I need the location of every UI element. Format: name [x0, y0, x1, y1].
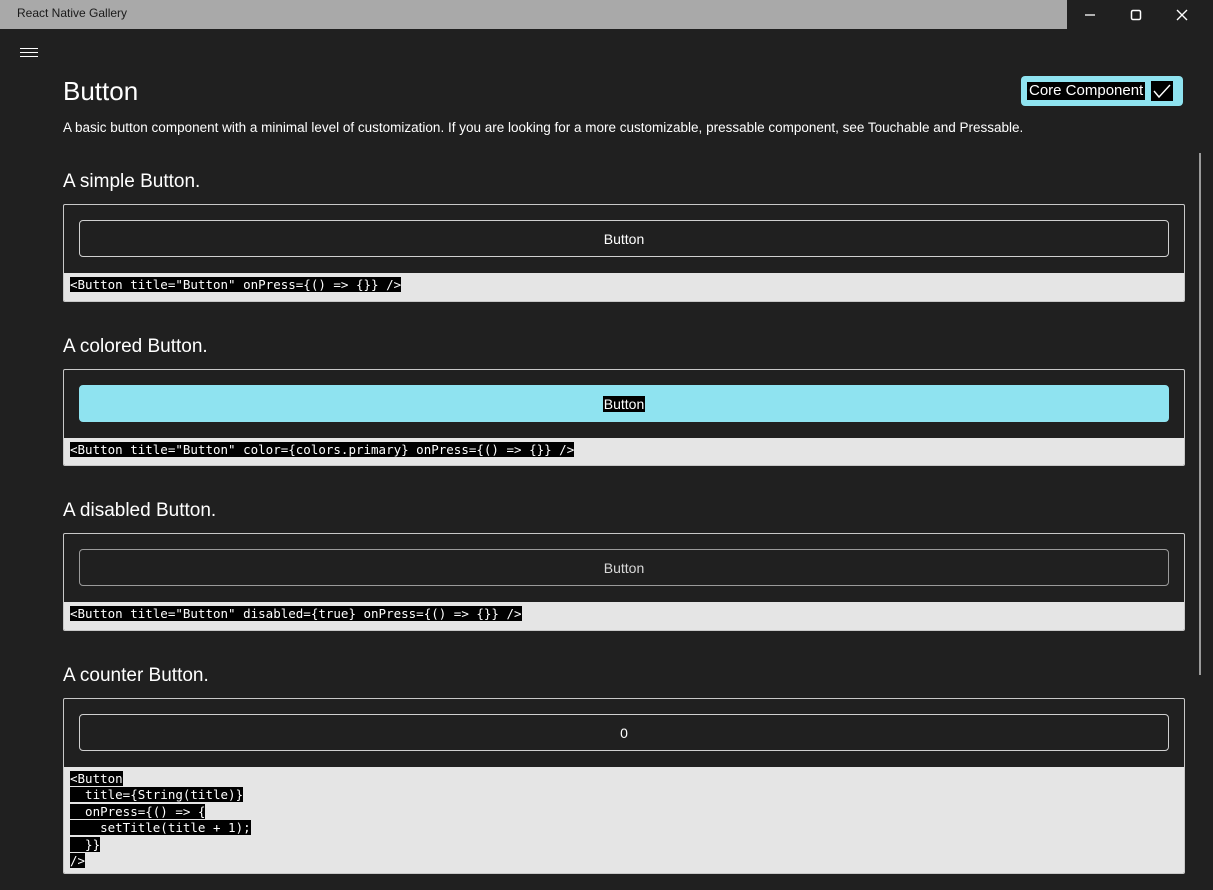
minimize-icon — [1085, 13, 1095, 16]
code-line: }} — [70, 836, 101, 852]
code-block: <Button title="Button" disabled={true} o… — [64, 602, 1184, 630]
section-title: A simple Button. — [63, 171, 201, 192]
core-component-label: Core Component — [1027, 82, 1146, 100]
vertical-scrollbar[interactable] — [1199, 153, 1201, 675]
window-title: React Native Gallery — [17, 6, 128, 20]
code-block: <Button title="Button" onPress={() => {}… — [64, 273, 1184, 301]
section-title: A counter Button. — [63, 665, 209, 686]
code-block: <Button title="Button" color={colors.pri… — [64, 438, 1184, 465]
code-line: <Button title="Button" disabled={true} o… — [70, 606, 522, 621]
close-button[interactable] — [1159, 0, 1205, 29]
code-line: setTitle(title + 1); — [70, 820, 251, 836]
hamburger-menu-icon[interactable] — [20, 45, 38, 59]
maximize-button[interactable] — [1113, 0, 1159, 29]
code-line: onPress={() => { — [70, 803, 206, 819]
title-bar: React Native Gallery — [0, 0, 1213, 29]
example-card: Button <Button title="Button" disabled={… — [63, 533, 1185, 631]
section-title: A colored Button. — [63, 336, 208, 357]
close-icon — [1176, 9, 1188, 20]
code-block: <Button title={String(title)} onPress={(… — [64, 767, 1184, 873]
example-card: Button <Button title="Button" color={col… — [63, 369, 1185, 466]
simple-button[interactable]: Button — [79, 220, 1169, 257]
minimize-button[interactable] — [1067, 0, 1113, 29]
colored-button-label: Button — [602, 395, 646, 412]
code-line: <Button — [70, 771, 123, 786]
section-title: A disabled Button. — [63, 500, 217, 521]
disabled-button: Button — [79, 549, 1169, 586]
core-component-badge[interactable]: Core Component — [1021, 76, 1183, 106]
code-line: <Button title="Button" color={colors.pri… — [70, 442, 575, 457]
example-card: Button <Button title="Button" onPress={(… — [63, 204, 1185, 302]
maximize-icon — [1130, 9, 1142, 20]
counter-button[interactable]: 0 — [79, 714, 1169, 751]
colored-button[interactable]: Button — [79, 385, 1169, 422]
checkmark-icon — [1151, 81, 1174, 101]
title-bar-background — [0, 0, 1067, 29]
page-title: Button — [63, 76, 139, 106]
code-line: <Button title="Button" onPress={() => {}… — [70, 277, 402, 292]
example-card: 0 <Button title={String(title)} onPress=… — [63, 698, 1185, 874]
page-description: A basic button component with a minimal … — [63, 120, 1024, 135]
window-controls — [1067, 0, 1213, 29]
code-line: /> — [70, 853, 86, 869]
code-line: title={String(title)} — [70, 787, 244, 803]
